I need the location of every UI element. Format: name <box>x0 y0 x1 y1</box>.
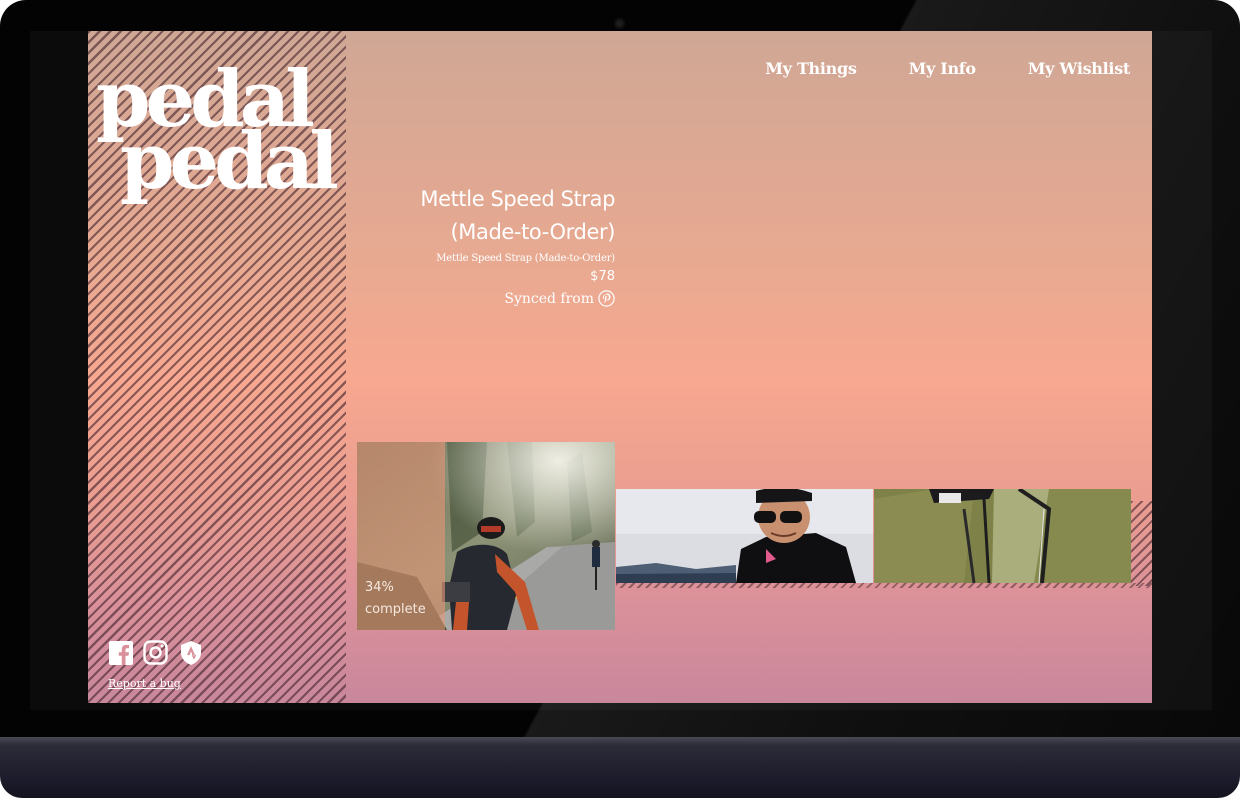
progress-status: complete <box>365 602 426 617</box>
nav-my-info[interactable]: My Info <box>909 59 976 78</box>
photo-jacket[interactable] <box>874 489 1131 583</box>
laptop-base <box>0 737 1240 798</box>
synced-from: Synced from <box>378 290 615 307</box>
nav-my-wishlist[interactable]: My Wishlist <box>1028 59 1131 78</box>
pinterest-icon[interactable] <box>598 290 615 307</box>
product-info: Mettle Speed Strap (Made-to-Order) Mettl… <box>378 183 615 307</box>
product-title[interactable]: Mettle Speed Strap (Made-to-Order) <box>378 183 615 249</box>
hatch-decoration <box>616 583 1152 588</box>
progress-label: 34% complete <box>365 577 426 621</box>
pedal-pedal-logo[interactable]: pedal pedal <box>96 61 339 231</box>
report-bug-link[interactable]: Report a bug <box>108 677 181 690</box>
instagram-icon[interactable] <box>143 640 168 665</box>
photo-cyclists[interactable]: 34% complete <box>357 442 615 630</box>
hatch-decoration-right <box>1131 501 1152 586</box>
nav-my-things[interactable]: My Things <box>765 59 857 78</box>
webcam <box>614 18 625 29</box>
photo-cyclist-portrait[interactable] <box>616 489 873 583</box>
product-price: $78 <box>590 269 615 284</box>
synced-label: Synced from <box>504 290 594 307</box>
app-screen: pedal pedal Report a bug My Things My In… <box>88 31 1152 703</box>
logo-line-2: pedal <box>120 116 339 207</box>
sidebar: pedal pedal Report a bug <box>88 31 346 703</box>
facebook-icon[interactable] <box>108 640 133 665</box>
product-subtitle: Mettle Speed Strap (Made-to-Order) <box>436 253 615 264</box>
top-nav: My Things My Info My Wishlist <box>765 59 1130 78</box>
progress-percent: 34% <box>365 580 394 595</box>
social-links <box>108 640 203 665</box>
strava-icon[interactable] <box>178 640 203 665</box>
